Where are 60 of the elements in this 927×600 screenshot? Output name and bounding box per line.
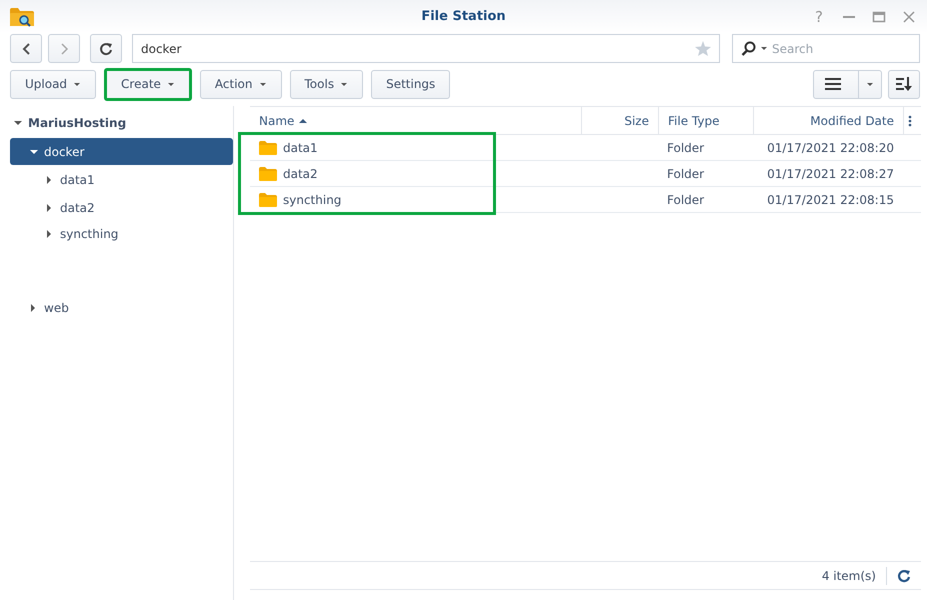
table-cell: Folder — [658, 187, 753, 213]
star-icon[interactable] — [695, 41, 711, 56]
sort-icon — [896, 77, 912, 91]
sort-button[interactable] — [888, 70, 920, 98]
caret-icon — [166, 82, 175, 86]
chevron-left-icon — [20, 42, 32, 56]
tree-item[interactable]: data2 — [60, 201, 95, 215]
chevron-right-icon — [58, 42, 70, 56]
tree-item[interactable]: docker — [44, 144, 84, 158]
caret-icon — [340, 82, 348, 86]
caret-icon — [73, 82, 82, 86]
refresh-icon[interactable] — [897, 568, 911, 582]
more-icon[interactable] — [908, 114, 912, 126]
column-header[interactable]: Name — [250, 106, 581, 135]
caret-icon — [760, 46, 768, 51]
table-cell: 01/17/2021 22:08:15 — [753, 187, 903, 213]
back-button[interactable] — [10, 34, 42, 63]
view-button[interactable] — [813, 70, 882, 98]
tree-item[interactable]: data1 — [60, 173, 95, 187]
sort-up-icon — [299, 118, 308, 124]
column-header[interactable]: Modified Date — [753, 106, 903, 135]
folder-icon — [259, 192, 277, 206]
table-cell: Folder — [658, 161, 753, 187]
toolbar-button[interactable]: Upload — [10, 70, 96, 98]
file-name[interactable]: data2 — [283, 166, 318, 180]
search-icon — [741, 41, 756, 56]
file-name[interactable]: data1 — [283, 140, 318, 154]
table-cell: Folder — [658, 135, 753, 161]
maximize-icon — [872, 10, 886, 24]
list-icon — [825, 78, 841, 90]
caret-icon — [866, 82, 874, 86]
minimize-icon — [843, 16, 855, 18]
caret-right-icon[interactable] — [46, 176, 54, 184]
column-header[interactable]: File Type — [658, 106, 753, 135]
tree-item[interactable]: MariusHosting — [28, 116, 126, 130]
tree-item[interactable]: syncthing — [60, 227, 118, 241]
tree-item[interactable]: web — [44, 300, 69, 314]
toolbar-button[interactable]: Action — [200, 70, 282, 98]
caret-right-icon[interactable] — [30, 304, 38, 312]
item-count: 4 item(s) — [822, 568, 876, 582]
caret-icon — [258, 82, 267, 86]
folder-icon — [259, 140, 277, 154]
table-cell: 01/17/2021 22:08:20 — [753, 135, 903, 161]
caret-down-icon[interactable] — [30, 148, 38, 156]
folder-icon — [259, 166, 277, 180]
table-cell: 01/17/2021 22:08:27 — [753, 161, 903, 187]
toolbar-button[interactable]: Create — [104, 68, 192, 100]
caret-right-icon[interactable] — [46, 230, 54, 238]
caret-down-icon[interactable] — [14, 118, 22, 126]
toolbar-button[interactable]: Tools — [290, 70, 364, 98]
toolbar-button[interactable]: Settings — [371, 70, 450, 98]
path-field[interactable]: docker — [132, 34, 720, 63]
window-title: File Station — [421, 9, 506, 24]
refresh-icon — [99, 42, 113, 56]
file-name[interactable]: syncthing — [283, 192, 342, 206]
caret-right-icon[interactable] — [46, 204, 54, 212]
refresh-button[interactable] — [90, 34, 122, 63]
column-header[interactable]: Size — [581, 106, 658, 135]
close-icon — [902, 10, 916, 24]
app-icon — [10, 6, 34, 26]
